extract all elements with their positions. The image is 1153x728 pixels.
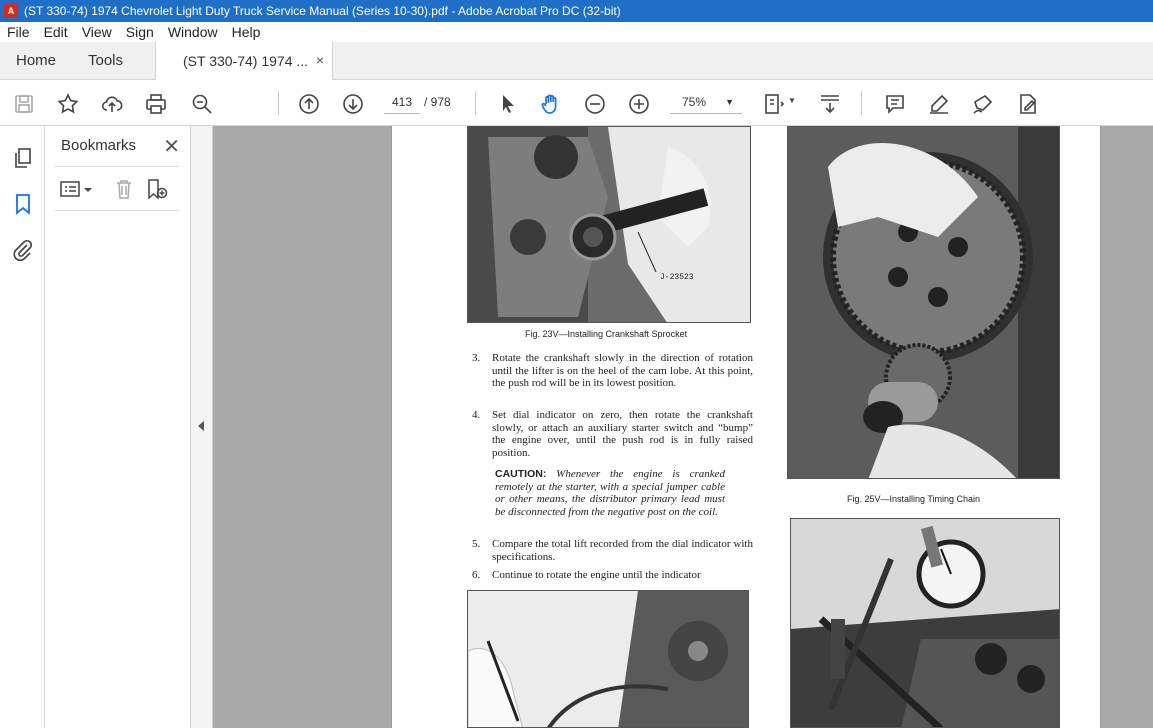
caution-label: CAUTION: [495, 468, 547, 480]
step-text: Set dial indicator on zero, then rotate … [492, 409, 753, 459]
figure-25v-caption: Fig. 25V—Installing Timing Chain [847, 494, 981, 504]
page-fit-icon[interactable] [762, 92, 786, 116]
sign-icon[interactable] [971, 92, 995, 116]
edit-pdf-icon[interactable] [1015, 92, 1039, 116]
close-icon[interactable]: ✕ [163, 134, 180, 159]
page-total: / 978 [424, 95, 451, 109]
menu-window[interactable]: Window [168, 24, 218, 40]
chevron-down-icon: ▼ [725, 97, 734, 107]
zoom-in-icon[interactable] [627, 92, 651, 116]
print-icon[interactable] [144, 92, 168, 116]
step-number: 4. [472, 409, 481, 421]
toolbar-divider [278, 91, 279, 115]
delete-bookmark-icon[interactable] [113, 178, 135, 200]
tab-tools[interactable]: Tools [88, 52, 123, 69]
figure-25v-photo [787, 126, 1060, 479]
tab-home[interactable]: Home [16, 52, 56, 69]
left-rail [0, 126, 45, 728]
tab-document[interactable]: (ST 330-74) 1974 ... × [155, 42, 333, 80]
step-number: 6. [472, 569, 481, 581]
pages-panel-icon[interactable] [11, 146, 35, 170]
bookmark-options-icon[interactable] [59, 178, 95, 200]
menu-bar: File Edit View Sign Window Help [0, 22, 1153, 42]
menu-help[interactable]: Help [232, 24, 261, 40]
upload-cloud-icon[interactable] [100, 92, 124, 116]
menu-edit[interactable]: Edit [44, 24, 68, 40]
page-down-icon[interactable] [341, 92, 365, 116]
scroll-mode-icon[interactable] [818, 92, 842, 116]
figure-26v-photo [790, 518, 1060, 728]
bookmarks-panel: Bookmarks ✕ [45, 126, 191, 728]
menu-sign[interactable]: Sign [126, 24, 154, 40]
window-title: (ST 330-74) 1974 Chevrolet Light Duty Tr… [24, 4, 621, 18]
figure-23v-caption: Fig. 23V—Installing Crankshaft Sprocket [525, 329, 688, 339]
zoom-search-icon[interactable] [190, 92, 214, 116]
step-text: Compare the total lift recorded from the… [492, 538, 753, 563]
panel-collapse-bar[interactable] [191, 126, 213, 728]
document-viewer[interactable]: J-23523 Fig. 23V—Installing Crankshaft S… [213, 126, 1153, 728]
step-text: Rotate the crankshaft slowly in the dire… [492, 352, 753, 389]
page-number-input[interactable]: 413 [384, 90, 420, 114]
figure-23v-photo: J-23523 [467, 126, 751, 323]
bookmark-panel-icon[interactable] [11, 192, 35, 216]
step-text: Continue to rotate the engine until the … [492, 569, 701, 581]
toolbar-divider [475, 91, 476, 115]
zoom-select[interactable]: 75% ▼ [670, 90, 742, 114]
step-4: 4. Set dial indicator on zero, then rota… [472, 409, 753, 459]
title-bar: A (ST 330-74) 1974 Chevrolet Light Duty … [0, 0, 1153, 22]
menu-file[interactable]: File [7, 24, 30, 40]
step-number: 5. [472, 538, 481, 550]
toolbar-divider [861, 91, 862, 115]
panel-divider [55, 210, 179, 211]
chevron-down-icon[interactable]: ▼ [788, 96, 796, 105]
step-6: 6. Continue to rotate the engine until t… [472, 569, 753, 582]
attachment-icon[interactable] [11, 238, 35, 262]
highlight-pen-icon[interactable] [927, 92, 951, 116]
comment-icon[interactable] [883, 92, 907, 116]
figure-23v-tool-label: J-23523 [660, 273, 694, 282]
hand-tool-icon[interactable] [539, 92, 563, 116]
new-bookmark-icon[interactable] [145, 178, 169, 200]
acrobat-app-icon: A [4, 4, 18, 18]
caution-note: CAUTION: Whenever the engine is cranked … [495, 468, 725, 518]
tab-close-icon[interactable]: × [316, 52, 324, 68]
tab-bar: Home Tools (ST 330-74) 1974 ... × [0, 42, 1153, 80]
select-cursor-icon[interactable] [496, 92, 520, 116]
collapse-arrow-icon[interactable] [198, 421, 204, 431]
figure-24v-photo [467, 590, 749, 728]
pdf-page: J-23523 Fig. 23V—Installing Crankshaft S… [391, 126, 1101, 728]
step-number: 3. [472, 352, 481, 364]
step-5: 5. Compare the total lift recorded from … [472, 538, 753, 563]
star-icon[interactable] [56, 92, 80, 116]
bookmarks-title: Bookmarks [61, 137, 137, 154]
toolbar [0, 80, 1153, 126]
tab-document-label: (ST 330-74) 1974 ... [183, 53, 309, 69]
zoom-out-icon[interactable] [583, 92, 607, 116]
save-icon[interactable] [12, 92, 36, 116]
panel-divider [55, 166, 179, 167]
menu-view[interactable]: View [82, 24, 112, 40]
page-up-icon[interactable] [297, 92, 321, 116]
zoom-value: 75% [682, 95, 707, 109]
step-3: 3. Rotate the crankshaft slowly in the d… [472, 352, 753, 390]
